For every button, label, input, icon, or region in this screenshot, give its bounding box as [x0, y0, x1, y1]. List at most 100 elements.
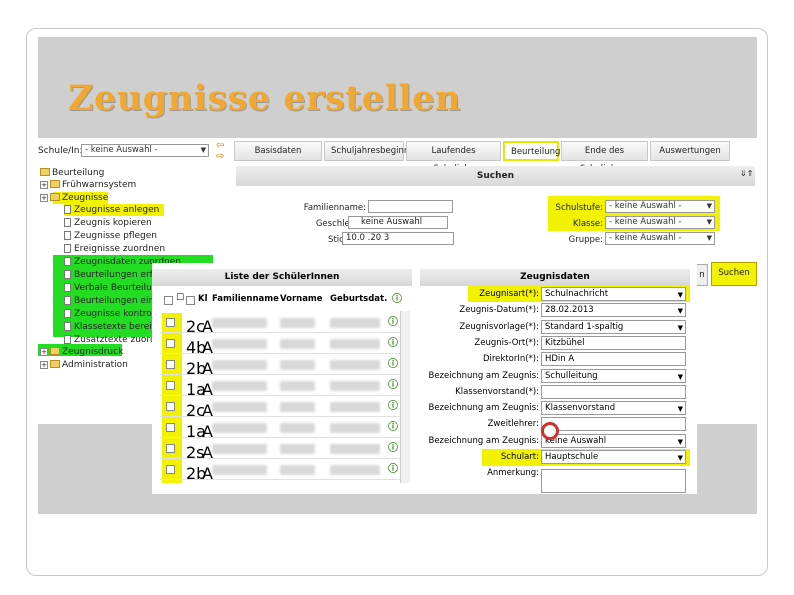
tree-item-label: Zeugnis kopieren [74, 218, 152, 228]
tree-item-label: Beurteilung [52, 168, 105, 178]
document-icon [64, 322, 71, 331]
field-input[interactable] [541, 417, 686, 432]
tree-item[interactable]: Zeugnisse anlegen [64, 204, 159, 216]
tab-basisdaten[interactable]: Basisdaten [234, 141, 322, 161]
field-value: Schulnachricht [545, 289, 609, 299]
tree-item[interactable]: Klassetexte bereit [64, 321, 155, 333]
dropdown-arrow-icon: ▼ [677, 307, 683, 316]
search-button[interactable]: Suchen [711, 262, 757, 286]
tab-laufendes-schuljahr[interactable]: Laufendes Schuljahr [406, 141, 501, 174]
expand-icon[interactable]: + [40, 194, 48, 202]
tree-item[interactable]: + Administration [40, 359, 128, 371]
document-icon [64, 283, 71, 292]
dropdown-arrow-icon: ▼ [677, 323, 683, 332]
dropdown-arrow-icon: ▼ [677, 454, 683, 462]
tree-item[interactable]: Beurteilungen eintr [64, 295, 161, 307]
field-input[interactable]: Kitzbühel [541, 335, 686, 350]
field-value: HDin A [545, 354, 575, 365]
tree-item-label: Verbale Beurteilung [74, 283, 164, 293]
tree-item-label: Beurteilungen erfa [74, 270, 159, 280]
field-input[interactable]: 28.02.2013 ▼ [541, 303, 686, 318]
folder-icon [50, 193, 60, 201]
tree-item-label: Zusatztexte zuord [74, 335, 156, 345]
tree-item-label: Zeugnisse [62, 193, 109, 203]
field-label: DirektorIn(*): [482, 354, 539, 365]
forward-arrow-icon[interactable]: ⇨ [216, 151, 224, 162]
dropdown-arrow-icon: ▼ [677, 405, 683, 414]
school-select[interactable]: - keine Auswahl - ▼ [81, 144, 209, 157]
reset-button[interactable]: n [696, 264, 708, 286]
document-icon [64, 218, 71, 227]
tree-item[interactable]: Zeugnisse pflegen [64, 230, 157, 242]
dropdown-arrow-icon: ▼ [677, 437, 683, 446]
stichtag-input[interactable]: 10.0 .20 3 [342, 232, 454, 245]
field-value: 28.02.2013 [545, 305, 594, 316]
field-input[interactable]: HDin A [541, 352, 686, 367]
field-label: Bezeichnung am Zeugnis: [428, 435, 540, 446]
tree-item[interactable]: Beurteilung [40, 167, 104, 179]
tree-item[interactable]: Zeugnisse kontrolle [64, 308, 162, 320]
familienname-input[interactable] [368, 200, 453, 213]
folder-icon [50, 347, 60, 355]
familienname-label: Familienname: [303, 203, 366, 213]
document-icon [64, 244, 71, 253]
tab-beurteilung[interactable]: Beurteilung [503, 141, 560, 161]
tab-auswertungen[interactable]: Auswertungen [650, 141, 730, 161]
tree-item[interactable]: + Frühwarnsystem [40, 179, 136, 191]
tree-item[interactable]: Beurteilungen erfa [64, 269, 158, 281]
schulstufe-select[interactable]: - keine Auswahl - ▼ [605, 200, 715, 213]
folder-icon [40, 168, 50, 176]
tree-item-label: Zeugnisse kontrolle [74, 309, 163, 319]
tree-item-label: Ereignisse zuordnen [74, 244, 166, 254]
tree-item[interactable]: Ereignisse zuordnen [64, 243, 165, 255]
zeugnis-form: Zeugnisart(*): Schulnachricht ▼ Zeugnis-Dat… [152, 263, 697, 494]
tree-item[interactable]: + Zeugnisse [40, 192, 108, 204]
field-value: Klassenvorstand [545, 403, 616, 414]
dropdown-arrow-icon: ▼ [706, 218, 712, 226]
field-input[interactable]: keine Auswahl ▼ [541, 433, 686, 448]
field-input[interactable] [541, 384, 686, 399]
klasse-select[interactable]: - keine Auswahl - ▼ [605, 216, 715, 229]
tree-item-label: Beurteilungen eintr [74, 296, 162, 306]
search-header: Suchen [236, 166, 755, 186]
field-label: Zeugnisvorlage(*): [459, 321, 539, 332]
field-input[interactable]: Standard 1-spaltig ▼ [541, 319, 686, 334]
schulstufe-label: Schulstufe: [555, 203, 603, 213]
document-icon [64, 205, 71, 214]
anmerkung-textarea[interactable] [541, 469, 686, 493]
field-input[interactable]: Klassenvorstand ▼ [541, 401, 686, 416]
field-label: Bezeichnung am Zeugnis: [428, 370, 540, 381]
document-icon [64, 257, 71, 266]
field-value: Hauptschule [545, 452, 599, 462]
folder-icon [50, 360, 60, 368]
no-entry-icon [541, 422, 559, 440]
folder-icon [50, 180, 60, 188]
tree-item[interactable]: + Zeugnisdruck [40, 346, 123, 358]
tree-item[interactable]: Zeugnis kopieren [64, 217, 152, 229]
geschlecht-select[interactable]: keine Auswahl [348, 216, 448, 229]
document-icon [64, 270, 71, 279]
expand-icon[interactable]: + [40, 348, 48, 356]
expand-icon[interactable]: + [40, 361, 48, 369]
collapse-icon[interactable]: ⇓⇑ [740, 169, 753, 178]
dropdown-arrow-icon: ▼ [677, 291, 683, 299]
tab-ende-des-schuljahres[interactable]: Ende des Schuljahres [561, 141, 648, 174]
field-label: Zeugnisart(*): [479, 289, 539, 299]
tree-item-label: Frühwarnsystem [62, 180, 137, 190]
document-icon [64, 309, 71, 318]
field-label: Zeugnis-Ort(*): [474, 337, 539, 348]
tab-schuljahresbeginn[interactable]: Schuljahresbeginn [324, 141, 409, 161]
field-input[interactable]: Schulnachricht ▼ [541, 287, 686, 301]
tree-item[interactable]: Zusatztexte zuord [64, 334, 156, 346]
tree-item-label: Zeugnisdruck [62, 347, 124, 357]
tree-item-label: Zeugnisse anlegen [74, 205, 160, 215]
tree-item[interactable]: Verbale Beurteilung [64, 282, 163, 294]
back-arrow-icon[interactable]: ⇦ [216, 140, 224, 151]
gruppe-select[interactable]: - keine Auswahl - ▼ [605, 232, 715, 245]
field-input[interactable]: Hauptschule ▼ [541, 450, 686, 464]
field-label: Zweitlehrer: [487, 419, 539, 430]
school-label: Schule/In: [38, 146, 83, 156]
field-input[interactable]: Schulleitung ▼ [541, 368, 686, 383]
expand-icon[interactable]: + [40, 181, 48, 189]
dropdown-arrow-icon: ▼ [706, 202, 712, 210]
